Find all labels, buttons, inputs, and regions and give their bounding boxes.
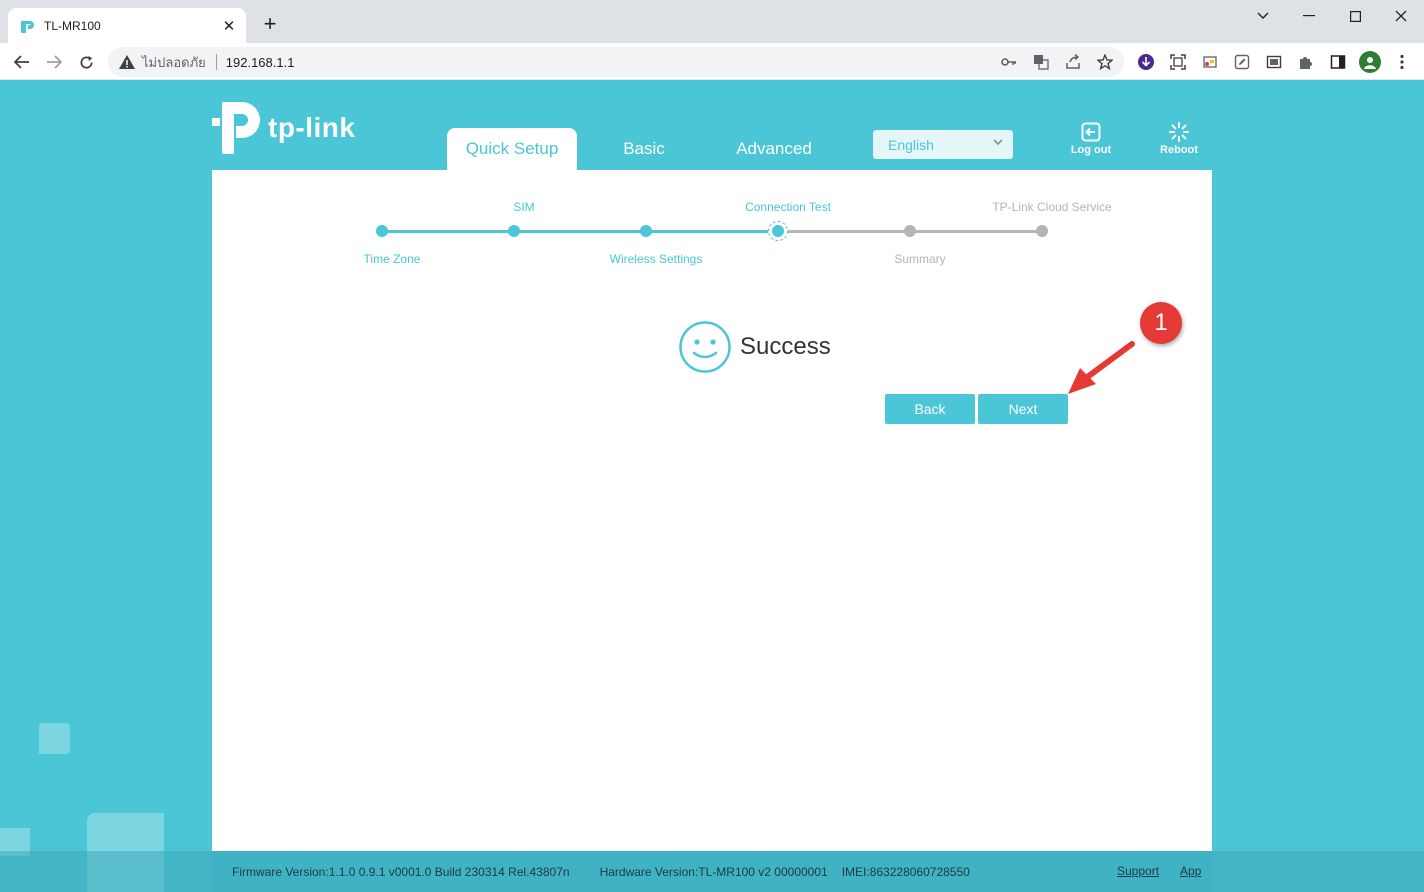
download-extension-icon[interactable]	[1134, 51, 1158, 73]
tab-basic[interactable]: Basic	[579, 128, 709, 170]
smiley-face-icon	[679, 321, 731, 373]
tp-link-logo: tp-link	[212, 102, 356, 154]
stepper-label: TP-Link Cloud Service	[992, 200, 1112, 214]
stepper-dot	[508, 225, 520, 237]
tab-close-icon[interactable]: ✕	[218, 15, 240, 37]
reboot-button[interactable]: Reboot	[1149, 122, 1209, 156]
tab-quick-setup[interactable]: Quick Setup	[447, 128, 577, 170]
profile-avatar[interactable]	[1358, 51, 1382, 73]
capture-extension-icon[interactable]	[1262, 51, 1286, 73]
router-page: tp-link Quick Setup Basic Advanced Engli…	[0, 80, 1424, 892]
chevron-down-icon	[993, 137, 1003, 149]
app-link[interactable]: App	[1180, 864, 1201, 878]
forward-arrow-icon[interactable]	[40, 48, 68, 76]
logout-icon	[1081, 122, 1101, 142]
stepper-line	[778, 229, 910, 233]
kebab-menu-icon[interactable]	[1390, 51, 1414, 73]
stepper-label: Time Zone	[363, 252, 421, 266]
browser-tab[interactable]: TL-MR100 ✕	[8, 8, 246, 43]
cast-extension-icon[interactable]	[1198, 51, 1222, 73]
hardware-version: Hardware Version:TL-MR100 v2 00000001	[599, 864, 828, 879]
minimize-icon[interactable]	[1286, 4, 1332, 28]
footer: Firmware Version:1.1.0 0.9.1 v0001.0 Bui…	[0, 851, 1424, 892]
puzzle-extensions-icon[interactable]	[1294, 51, 1318, 73]
stepper-line	[646, 229, 778, 233]
edit-extension-icon[interactable]	[1230, 51, 1254, 73]
imei-number: IMEI:863228060728550	[841, 864, 970, 879]
stepper-dot	[1036, 225, 1048, 237]
url-text[interactable]: 192.168.1.1	[226, 55, 295, 70]
window-close-icon[interactable]	[1378, 4, 1424, 28]
language-value: English	[888, 136, 934, 153]
reboot-icon	[1169, 122, 1189, 142]
red-arrow-icon	[1068, 341, 1135, 394]
not-secure-label[interactable]: ไม่ปลอดภัย	[142, 52, 206, 73]
screenshot-extension-icon[interactable]	[1166, 51, 1190, 73]
browser-toolbar: ไม่ปลอดภัย 192.168.1.1	[0, 43, 1424, 80]
firmware-version: Firmware Version:1.1.0 0.9.1 v0001.0 Bui…	[232, 864, 570, 879]
reload-icon[interactable]	[72, 48, 100, 76]
maximize-icon[interactable]	[1332, 4, 1378, 28]
back-arrow-icon[interactable]	[8, 48, 36, 76]
next-button[interactable]: Next	[978, 394, 1068, 424]
stepper-dot	[772, 225, 784, 237]
stepper-line	[910, 229, 1042, 233]
logout-button[interactable]: Log out	[1061, 122, 1121, 156]
step-number-badge: 1	[1140, 302, 1182, 344]
address-separator	[215, 54, 217, 70]
stepper-label: Wireless Settings	[609, 252, 703, 266]
content-panel: Time Zone SIM Wireless Settings Connection …	[212, 170, 1212, 851]
stepper-line	[514, 229, 646, 233]
stepper-dot	[376, 225, 388, 237]
chevron-down-icon[interactable]	[1240, 4, 1286, 28]
stepper-line	[382, 229, 514, 233]
result-message: Success	[740, 333, 831, 360]
tab-title: TL-MR100	[44, 18, 101, 33]
support-link[interactable]: Support	[1117, 864, 1159, 878]
tp-link-favicon-icon	[21, 20, 34, 33]
share-icon[interactable]	[1062, 52, 1084, 72]
footer-info: Firmware Version:1.1.0 0.9.1 v0001.0 Bui…	[212, 851, 1212, 892]
warning-icon	[119, 55, 135, 69]
stepper-label: SIM	[513, 200, 535, 214]
side-panel-icon[interactable]	[1326, 51, 1350, 73]
stepper-label: Connection Test	[745, 200, 831, 214]
stepper-label: Summary	[894, 252, 946, 266]
stepper-dot	[904, 225, 916, 237]
language-select[interactable]: English	[873, 130, 1013, 159]
logout-label: Log out	[1070, 144, 1112, 156]
stepper-dot	[640, 225, 652, 237]
tp-link-logo-icon	[212, 102, 260, 154]
bookmark-star-icon[interactable]	[1094, 52, 1116, 72]
tab-advanced[interactable]: Advanced	[709, 128, 839, 170]
browser-titlebar: TL-MR100 ✕ +	[0, 0, 1424, 43]
back-button[interactable]: Back	[885, 394, 975, 424]
connection-result: Success	[678, 320, 831, 374]
address-bar[interactable]: ไม่ปลอดภัย 192.168.1.1	[108, 47, 1124, 77]
translate-icon[interactable]	[1030, 52, 1052, 72]
reboot-label: Reboot	[1160, 144, 1198, 156]
new-tab-button[interactable]: +	[258, 12, 282, 36]
decor-square	[39, 723, 70, 754]
key-icon[interactable]	[998, 52, 1020, 72]
brand-name: tp-link	[268, 112, 356, 143]
